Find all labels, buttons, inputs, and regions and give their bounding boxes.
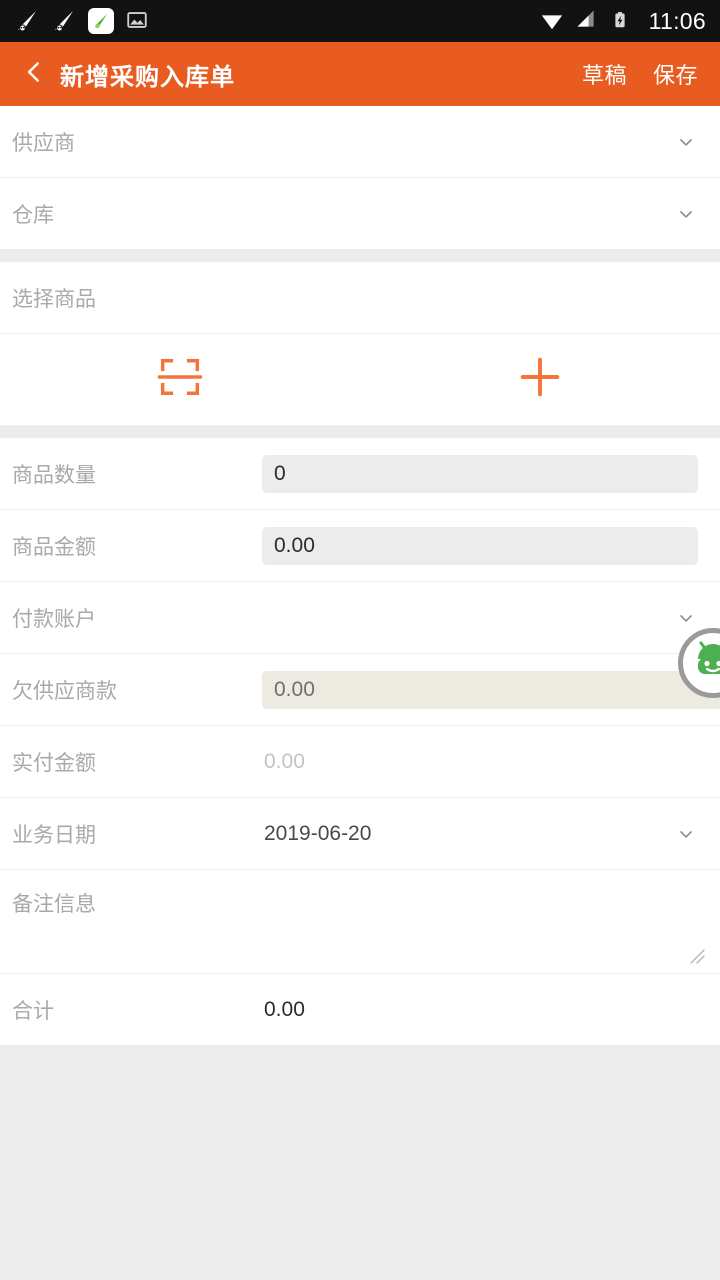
status-bar-system: 11:06 (540, 8, 706, 35)
app-notification-icon (14, 8, 40, 34)
status-bar-notifications (14, 8, 151, 34)
plus-icon (514, 351, 566, 408)
app-screen: 11:06 新增采购入库单 草稿 保存 供应商 仓库 选择商品 商品数量 0 商… (0, 0, 720, 1280)
scan-barcode-button[interactable] (0, 334, 360, 425)
app-bar: 新增采购入库单 草稿 保存 (0, 42, 720, 106)
warehouse-row[interactable]: 仓库 (0, 178, 720, 250)
status-bar-clock: 11:06 (648, 7, 706, 34)
chevron-down-icon[interactable] (674, 202, 698, 226)
resize-handle-icon[interactable] (688, 947, 706, 965)
quantity-label: 商品数量 (12, 463, 96, 487)
total-label: 合计 (12, 999, 54, 1023)
select-goods-row[interactable]: 选择商品 (0, 262, 720, 334)
section-divider (0, 250, 720, 262)
chevron-down-icon[interactable] (674, 822, 698, 846)
business-date-label: 业务日期 (12, 823, 96, 847)
section-divider (0, 426, 720, 438)
goods-section: 选择商品 (0, 262, 720, 426)
goods-action-strip (0, 334, 720, 426)
chevron-down-icon[interactable] (674, 606, 698, 630)
select-goods-label: 选择商品 (12, 287, 96, 311)
cellular-signal-icon (575, 8, 601, 34)
total-row: 合计 0.00 (0, 974, 720, 1046)
owed-to-supplier-label: 欠供应商款 (12, 679, 117, 703)
actual-paid-row: 实付金额 0.00 (0, 726, 720, 798)
barcode-scan-icon (154, 351, 206, 408)
owed-to-supplier-input[interactable]: 0.00 (262, 670, 720, 709)
remark-row[interactable]: 备注信息 (0, 870, 720, 974)
chevron-left-icon (21, 59, 47, 90)
chevron-down-icon[interactable] (674, 130, 698, 154)
actual-paid-value[interactable]: 0.00 (262, 750, 698, 774)
wifi-icon (540, 8, 566, 34)
back-button[interactable] (14, 54, 54, 94)
amount-label: 商品金额 (12, 535, 96, 559)
add-goods-button[interactable] (360, 334, 720, 425)
save-button[interactable]: 保存 (653, 58, 698, 90)
owed-to-supplier-row: 欠供应商款 0.00 (0, 654, 720, 726)
business-date-value[interactable]: 2019-06-20 (262, 822, 674, 846)
amount-row: 商品金额 0.00 (0, 510, 720, 582)
detail-section: 商品数量 0 商品金额 0.00 付款账户 欠供应商款 0.00 实付金额 0.… (0, 438, 720, 1046)
warehouse-label: 仓库 (12, 203, 54, 227)
amount-input[interactable]: 0.00 (262, 526, 698, 565)
android-assistant-icon (691, 639, 720, 688)
quantity-input[interactable]: 0 (262, 454, 698, 493)
supplier-label: 供应商 (12, 131, 75, 155)
remark-label: 备注信息 (12, 893, 96, 916)
supplier-warehouse-section: 供应商 仓库 (0, 106, 720, 250)
status-bar: 11:06 (0, 0, 720, 42)
actual-paid-label: 实付金额 (12, 751, 96, 775)
total-value: 0.00 (264, 997, 305, 1021)
image-download-icon (125, 8, 151, 34)
business-date-row[interactable]: 业务日期 2019-06-20 (0, 798, 720, 870)
app-notification-icon (51, 8, 77, 34)
page-filler (0, 1046, 720, 1280)
quantity-row: 商品数量 0 (0, 438, 720, 510)
app-bar-actions: 草稿 保存 (582, 58, 698, 90)
page-title: 新增采购入库单 (60, 63, 235, 91)
payment-account-row[interactable]: 付款账户 (0, 582, 720, 654)
app-badge-icon (88, 8, 114, 34)
draft-button[interactable]: 草稿 (582, 58, 627, 90)
battery-charging-icon (610, 8, 636, 34)
payment-account-label: 付款账户 (12, 607, 96, 631)
supplier-row[interactable]: 供应商 (0, 106, 720, 178)
